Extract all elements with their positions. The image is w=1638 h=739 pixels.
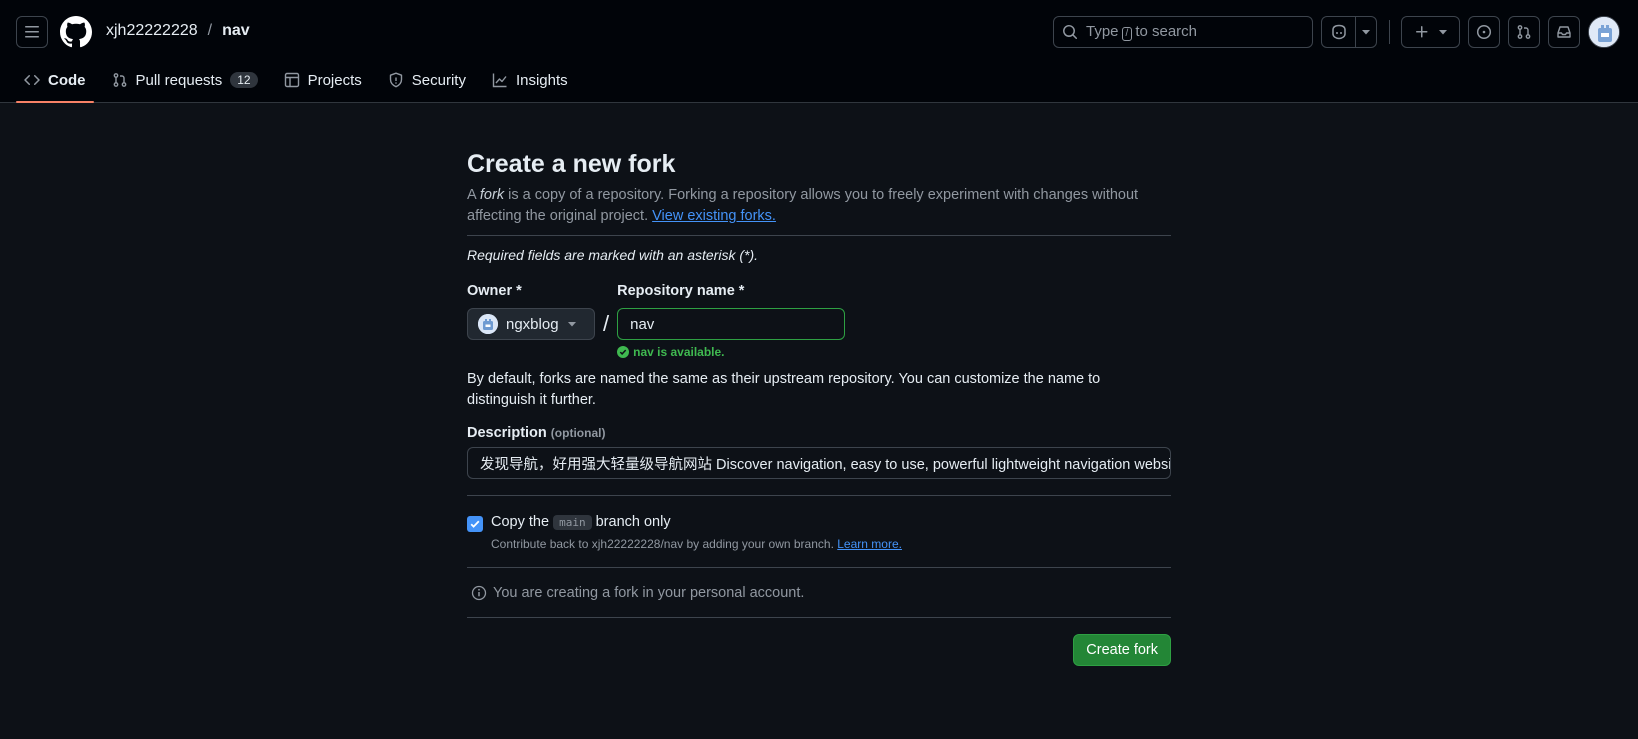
issue-opened-icon [1476, 24, 1492, 40]
copilot-icon [1331, 24, 1346, 40]
header-divider [1389, 20, 1390, 44]
copy-main-branch-option: Copy the main branch only [467, 514, 1171, 532]
default-name-note: By default, forks are named the same as … [467, 371, 1101, 408]
github-logo-icon[interactable] [59, 16, 92, 48]
owner-avatar-image-icon [478, 314, 498, 334]
divider [467, 617, 1171, 618]
repo-tabs: Code Pull requests 12 Projects Security … [16, 64, 586, 103]
tab-code-label: Code [48, 71, 86, 89]
tab-security-label: Security [411, 71, 466, 89]
tab-pull-requests-label: Pull requests [135, 71, 223, 89]
owner-field: Owner * ngxblog [467, 281, 595, 340]
fork-form: Create a new fork A fork is a copy of a … [467, 148, 1171, 666]
owner-repo-row: Owner * ngxblog / Repository name * nav … [467, 281, 1171, 359]
availability-message: nav is available. [617, 345, 845, 359]
breadcrumb: xjh22222228 / nav [106, 22, 250, 40]
owner-label: Owner * [467, 283, 522, 299]
owner-select-value: ngxblog [506, 315, 559, 333]
check-circle-icon [617, 346, 630, 358]
copy-branch-note: Contribute back to xjh22222228/nav by ad… [491, 537, 902, 551]
menu-icon [25, 26, 39, 38]
personal-account-text: You are creating a fork in your personal… [493, 585, 805, 601]
tab-security[interactable]: Security [380, 64, 474, 96]
inbox-button[interactable] [1548, 16, 1580, 48]
copy-main-branch-label: Copy the main branch only [491, 514, 671, 530]
copilot-button[interactable] [1322, 17, 1356, 47]
availability-text: nav is available. [633, 345, 725, 359]
owner-select[interactable]: ngxblog [467, 308, 595, 340]
tab-projects[interactable]: Projects [276, 64, 370, 96]
inbox-icon [1557, 26, 1571, 38]
view-existing-forks-link[interactable]: View existing forks. [652, 208, 776, 224]
breadcrumb-owner-link[interactable]: xjh22222228 [106, 22, 198, 40]
copilot-dropdown-button[interactable] [1356, 17, 1376, 47]
git-pull-request-icon [1517, 25, 1531, 39]
tab-code[interactable]: Code [16, 64, 94, 103]
copy-main-branch-checkbox[interactable] [467, 516, 483, 532]
divider [467, 567, 1171, 568]
owner-repo-separator: / [603, 311, 610, 336]
pull-requests-counter: 12 [230, 72, 258, 88]
triangle-down-icon [1438, 30, 1447, 35]
learn-more-link[interactable]: Learn more. [837, 537, 902, 551]
copilot-button-group [1321, 16, 1377, 48]
divider [467, 495, 1171, 496]
git-pull-request-icon [113, 73, 126, 87]
code-icon [24, 74, 40, 86]
issues-button[interactable] [1468, 16, 1500, 48]
avatar-image-icon [1589, 17, 1619, 47]
search-icon [1063, 25, 1078, 40]
breadcrumb-separator: / [207, 22, 213, 39]
divider [467, 235, 1171, 236]
tab-insights-label: Insights [515, 71, 568, 89]
breadcrumb-repo-link[interactable]: nav [222, 22, 250, 40]
app-header: xjh22222228 / nav Type/to search Code [0, 0, 1638, 103]
repo-name-input[interactable]: nav [617, 308, 846, 340]
user-avatar[interactable] [1588, 16, 1620, 48]
repo-name-label: Repository name * [617, 283, 745, 299]
fork-description: A fork is a copy of a repository. Forkin… [467, 187, 1139, 224]
repo-name-field: Repository name * nav nav is available. [617, 281, 846, 359]
form-actions: Create fork [467, 634, 1171, 666]
search-input[interactable]: Type / to search [1053, 16, 1313, 48]
personal-account-info: You are creating a fork in your personal… [471, 585, 1171, 601]
triangle-down-icon [1362, 30, 1370, 35]
hamburger-menu-button[interactable] [16, 16, 48, 48]
table-icon [284, 72, 299, 88]
plus-icon [1415, 26, 1427, 38]
check-icon [470, 520, 480, 528]
tab-pull-requests[interactable]: Pull requests 12 [104, 64, 266, 96]
description-label: Description (optional) [467, 425, 606, 441]
create-fork-button[interactable]: Create fork [1073, 634, 1171, 666]
tab-projects-label: Projects [307, 71, 362, 89]
search-shortcut-key: / [1121, 27, 1133, 41]
create-new-dropdown-button[interactable] [1401, 16, 1460, 48]
description-input[interactable]: 发现导航，好用强大轻量级导航网站 Discover navigation, ea… [467, 447, 1171, 479]
triangle-down-icon [567, 322, 576, 327]
branch-name-chip: main [553, 515, 592, 530]
shield-icon [389, 72, 402, 88]
search-placeholder: Type / to search [1086, 23, 1198, 41]
tab-insights[interactable]: Insights [484, 64, 576, 96]
optional-tag: (optional) [550, 426, 606, 440]
required-fields-note: Required fields are marked with an aster… [467, 247, 759, 263]
pull-requests-button[interactable] [1508, 16, 1540, 48]
page-title: Create a new fork [467, 150, 676, 178]
owner-avatar [478, 314, 498, 334]
info-icon [471, 585, 487, 601]
graph-icon [492, 73, 507, 88]
